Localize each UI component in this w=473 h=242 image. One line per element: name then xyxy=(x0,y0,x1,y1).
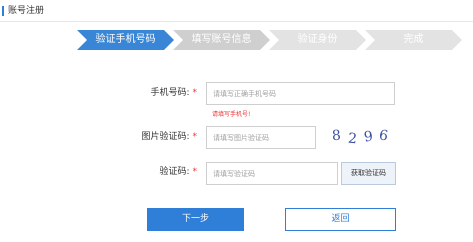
image-code-input[interactable] xyxy=(206,126,316,149)
captcha-char: 6 xyxy=(377,127,390,145)
page-header: 账号注册 xyxy=(0,0,473,22)
next-step-button[interactable]: 下一步 xyxy=(147,208,244,231)
page-title: 账号注册 xyxy=(8,6,45,16)
phone-input[interactable] xyxy=(206,82,395,105)
image-code-label-group: 图片验证码: * xyxy=(117,131,197,143)
step-verify-phone: 验证手机号码 xyxy=(77,30,174,50)
step-label: 验证身份 xyxy=(297,34,338,45)
image-code-label: 图片验证码: xyxy=(141,132,190,142)
step-label: 验证手机号码 xyxy=(95,34,156,45)
get-code-button[interactable]: 获取验证码 xyxy=(341,162,396,185)
step-complete: 完成 xyxy=(365,30,462,50)
captcha-char: 2 xyxy=(347,130,358,148)
back-button[interactable]: 返回 xyxy=(285,208,396,231)
step-fill-account: 填写账号信息 xyxy=(173,30,270,50)
step-label: 完成 xyxy=(403,34,424,45)
phone-label-group: 手机号码: * xyxy=(117,87,197,99)
phone-label: 手机号码: xyxy=(150,88,190,98)
required-marker: * xyxy=(192,88,198,98)
captcha-image[interactable]: 8 2 9 6 xyxy=(326,126,396,150)
required-marker: * xyxy=(192,132,198,142)
sms-code-label-group: 验证码: * xyxy=(117,166,197,178)
registration-steps: 验证手机号码 填写账号信息 验证身份 完成 xyxy=(77,30,463,50)
step-label: 填写账号信息 xyxy=(191,34,252,45)
phone-error-message: 请填写手机号! xyxy=(212,111,251,118)
captcha-char: 9 xyxy=(362,128,374,146)
sms-code-label: 验证码: xyxy=(159,167,190,177)
sms-code-input[interactable] xyxy=(206,162,338,185)
captcha-char: 8 xyxy=(331,127,342,145)
step-verify-identity: 验证身份 xyxy=(269,30,366,50)
header-accent-bar xyxy=(2,6,4,16)
required-marker: * xyxy=(192,167,198,177)
